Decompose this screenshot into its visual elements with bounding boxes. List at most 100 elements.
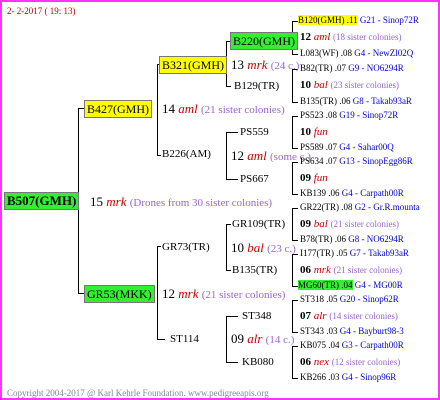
g4-mating-mark: fun [313,172,328,184]
root-mating-mark: mrk [106,194,127,209]
g4-queen-a[interactable]: GR22(TR) .08 [300,202,353,212]
g1b-mating-mark: mrk [178,286,199,301]
g2b-number: 12 [231,148,244,163]
root-drone-info: 15 mrk (Drones from 30 sister colonies) [90,195,272,209]
g4-mating: 09 fun [300,173,328,184]
connector [292,162,293,195]
g4-mating: 10 fun [300,127,328,138]
g4-queen-a[interactable]: I177(TR) .05 [300,248,348,258]
g4-queen-a[interactable]: B120(GMH) .11 [298,15,358,25]
g4-row-b: L083(WF) .08 G4 - NewZl02Q [300,49,413,58]
g4-number: 06 [300,264,311,276]
g4-link-b[interactable]: G4 - NewZl02Q [354,48,413,58]
g4-queen-a[interactable]: PS523 .08 [300,110,337,120]
queen-g1b[interactable]: GR53(MKK) [84,285,155,303]
g4-link-a[interactable]: G13 - SinopEgg86R [339,156,413,166]
g4-row-a: PS523 .08 G19 - Sinop72R [300,111,398,120]
queen-g2a[interactable]: B321(GMH) [159,56,227,74]
g4-link-b[interactable]: G4 - Carpath00R [342,188,404,198]
connector [157,246,158,340]
connector [226,316,227,363]
queen-g3-8[interactable]: KB080 [242,357,274,368]
g4-queen-b[interactable]: KB139 .06 [300,188,340,198]
g4-queen-b[interactable]: L083(WF) .08 [300,48,352,58]
queen-g3-5[interactable]: GR109(TR) [232,219,285,230]
g4-row-a: KB075 .04 G3 - Carpath00R [300,341,404,350]
g4-link-a[interactable]: G3 - Carpath00R [342,340,404,350]
header-date: 2- 2-2017 ( 19: 13) [7,6,76,16]
queen-g2c[interactable]: GR73(TR) [162,242,210,253]
connector [157,155,161,156]
g4-number: 09 [300,218,311,230]
g4-note: (14 sister colonies) [329,311,398,321]
g4-queen-b[interactable]: B78(TR) .06 [300,234,346,244]
g4-queen-b[interactable]: MG60(TR) .04 [298,280,353,290]
g4-link-a[interactable]: G20 - Sinop62R [340,294,399,304]
queen-g3-2[interactable]: B129(TR) [234,81,279,92]
queen-g3-7[interactable]: ST348 [242,311,271,322]
queen-g3-1[interactable]: B220(GMH) [230,32,298,50]
g4-mating-mark: aml [313,31,331,43]
g4-mating-mark: fun [313,126,328,138]
g2d-number: 09 [231,331,244,346]
g4-row-a: B82(TR) .07 G9 - NO6294R [300,64,404,73]
g4-number: 10 [300,79,311,91]
g4-link-a[interactable]: G21 - Sinop72R [360,15,419,25]
g2d-drone-info: 09 alr (14 c.) [231,332,294,346]
g2a-mating-mark: mrk [247,57,268,72]
queen-g3-4[interactable]: PS667 [240,174,269,185]
g4-link-b[interactable]: G4 - Sahar00Q [339,142,394,152]
g4-row-b: MG60(TR) .04 G4 - MG00R [298,280,403,290]
g4-row-b: B78(TR) .06 G8 - NO6294R [300,235,404,244]
g4-link-b[interactable]: G4 - Sinop96R [342,372,397,382]
g4-link-b[interactable]: G8 - Takab93aR [353,96,412,106]
connector [292,300,293,333]
footer-copyright: Copyright 2004-2017 @ Karl Kehrle Founda… [7,388,269,398]
queen-g3-3[interactable]: PS559 [240,127,269,138]
g4-queen-a[interactable]: B82(TR) .07 [300,63,346,73]
queen-g3-6[interactable]: B135(TR) [232,265,277,276]
g1a-mating-mark: aml [178,101,198,116]
connector [226,270,231,271]
connector [226,132,227,180]
connector [292,208,298,209]
queen-root[interactable]: B507(GMH) [4,192,80,210]
g4-link-b[interactable]: G4 - Bayburt98-3 [340,326,404,336]
queen-g2b[interactable]: B226(AM) [162,149,211,160]
root-number: 15 [90,194,103,209]
g4-number: 07 [300,310,311,322]
g4-queen-b[interactable]: PS589 .07 [300,142,337,152]
g4-queen-a[interactable]: ST318 .05 [300,294,338,304]
g4-queen-a[interactable]: KB075 .04 [300,340,340,350]
connector [292,116,298,117]
g4-number: 12 [300,31,311,43]
g4-link-a[interactable]: G19 - Sinop72R [339,110,398,120]
g4-queen-b[interactable]: KB266 .03 [300,372,340,382]
queen-g1a[interactable]: B427(GMH) [84,100,152,118]
connector [292,208,293,241]
connector [292,69,293,103]
g4-number: 10 [300,126,311,138]
g2c-number: 10 [231,240,244,255]
g4-link-b[interactable]: G8 - NO6294R [348,234,404,244]
g4-mating: 09 bal (21 sister colonies) [300,219,399,230]
g4-link-a[interactable]: G2 - Gr.R.mounta [355,202,420,212]
g4-queen-a[interactable]: PS634 .07 [300,156,337,166]
connector [226,224,231,225]
g4-mating-mark: nex [313,356,330,368]
g4-link-a[interactable]: G9 - NO6294R [348,63,404,73]
g2a-drone-info: 13 mrk (24 c.) [231,58,299,72]
g4-row-a: PS634 .07 G13 - SinopEgg86R [300,157,413,166]
g4-queen-b[interactable]: B135(TR) .06 [300,96,351,106]
g4-link-a[interactable]: G7 - Takab93aR [350,248,409,258]
g4-row-a: GR22(TR) .08 G2 - Gr.R.mounta [300,203,420,212]
g4-queen-b[interactable]: ST343 .03 [300,326,338,336]
queen-g2d[interactable]: ST114 [170,334,199,345]
g2a-number: 13 [231,57,244,72]
connector [292,346,298,347]
g4-mating-mark: bal [313,218,328,230]
connector [226,316,238,317]
g4-mating-mark: mrk [313,264,331,276]
g4-link-b[interactable]: G4 - MG00R [355,280,403,290]
g4-note: (21 sister colonies) [333,265,403,275]
